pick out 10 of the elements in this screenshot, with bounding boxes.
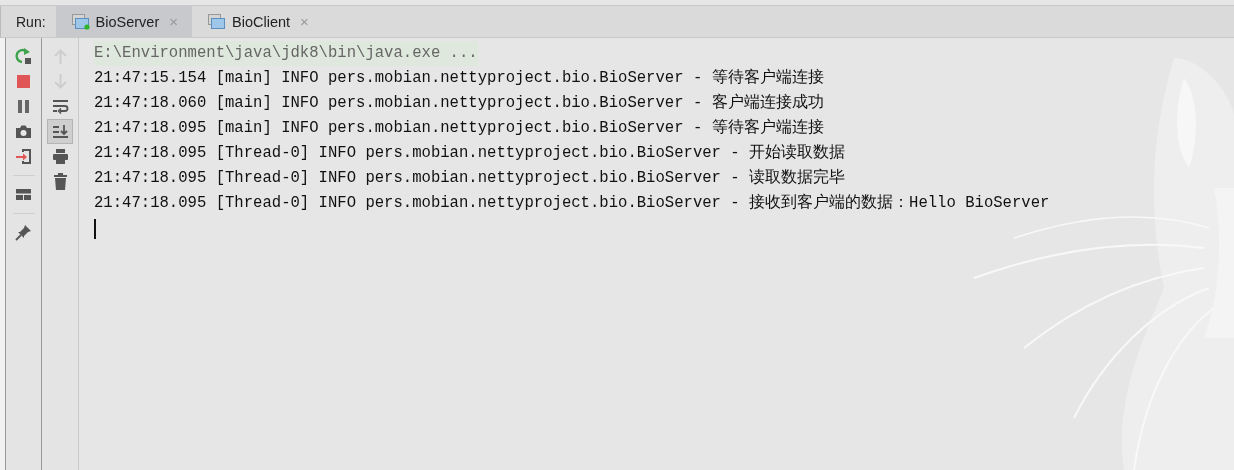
run-label: Run: [15, 12, 47, 32]
log-line: 21:47:18.060 [main] INFO pers.mobian.nettyproject.bio.BioServer - 客户端连接成功 [94, 92, 824, 114]
log-line: 21:47:18.095 [Thread-0] INFO pers.mobian.nettyproject.bio.BioServer - 读取数据完毕 [94, 167, 846, 189]
log-line: 21:47:18.095 [main] INFO pers.mobian.nettyproject.bio.BioServer - 等待客户端连接 [94, 117, 824, 139]
scroll-to-end-icon[interactable] [47, 119, 73, 144]
log-line: 21:47:18.095 [Thread-0] INFO pers.mobian.nettyproject.bio.BioServer - 开始读取数据 [94, 143, 846, 164]
log-line: 21:47:15.154 [main] INFO pers.mobian.nettyproject.bio.BioServer - 等待客户端连接 [94, 67, 824, 89]
run-tab[interactable]: BioServer × [55, 6, 192, 37]
run-tab[interactable]: BioClient × [192, 6, 323, 37]
log-line: 21:47:18.095 [Thread-0] INFO pers.mobian.nettyproject.bio.BioServer - 接收到客户端的数据：Hello BioServer [94, 192, 1050, 214]
